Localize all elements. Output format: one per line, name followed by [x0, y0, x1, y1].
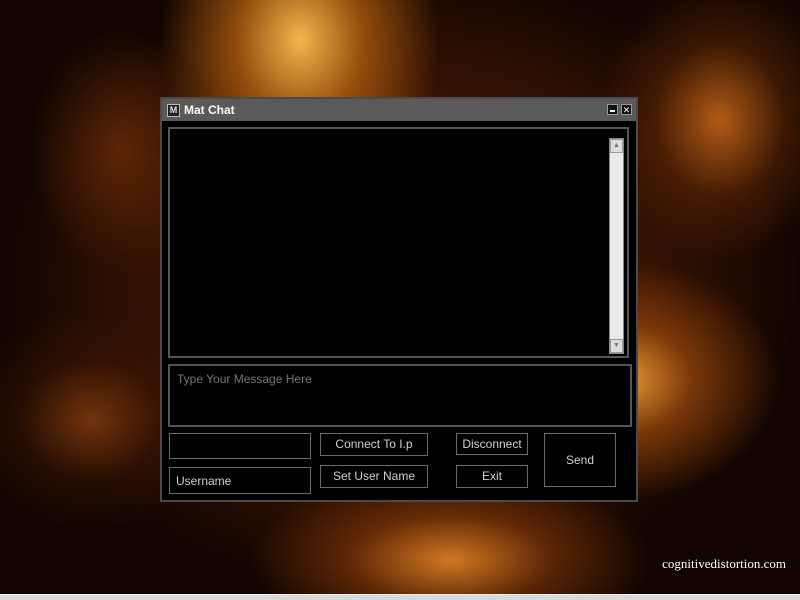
window-titlebar[interactable]: M Mat Chat ✕: [162, 99, 636, 121]
taskbar-edge: [0, 594, 800, 600]
mat-chat-window: M Mat Chat ✕ ▲ ▼ Connect To I.p Set User…: [160, 97, 638, 502]
chat-log[interactable]: ▲ ▼: [168, 127, 629, 358]
wallpaper-credit: cognitivedistortion.com: [662, 556, 786, 571]
message-input[interactable]: [168, 364, 632, 427]
send-button[interactable]: Send: [544, 433, 616, 487]
close-button[interactable]: ✕: [621, 104, 632, 115]
desktop-wallpaper: M Mat Chat ✕ ▲ ▼ Connect To I.p Set User…: [0, 0, 800, 600]
close-icon: ✕: [622, 105, 631, 115]
scroll-up-arrow-icon[interactable]: ▲: [610, 139, 623, 153]
exit-button[interactable]: Exit: [456, 465, 528, 488]
minimize-button[interactable]: [607, 104, 618, 115]
chat-log-scrollbar[interactable]: ▲ ▼: [609, 138, 624, 354]
ip-address-input[interactable]: [169, 433, 311, 459]
connect-to-ip-button[interactable]: Connect To I.p: [320, 433, 428, 456]
disconnect-button[interactable]: Disconnect: [456, 433, 528, 455]
set-user-name-button[interactable]: Set User Name: [320, 465, 428, 488]
scroll-down-arrow-icon[interactable]: ▼: [610, 339, 623, 353]
minimize-icon: [610, 110, 615, 112]
username-input[interactable]: [169, 467, 311, 494]
app-icon: M: [167, 104, 180, 117]
window-title: Mat Chat: [184, 103, 235, 117]
